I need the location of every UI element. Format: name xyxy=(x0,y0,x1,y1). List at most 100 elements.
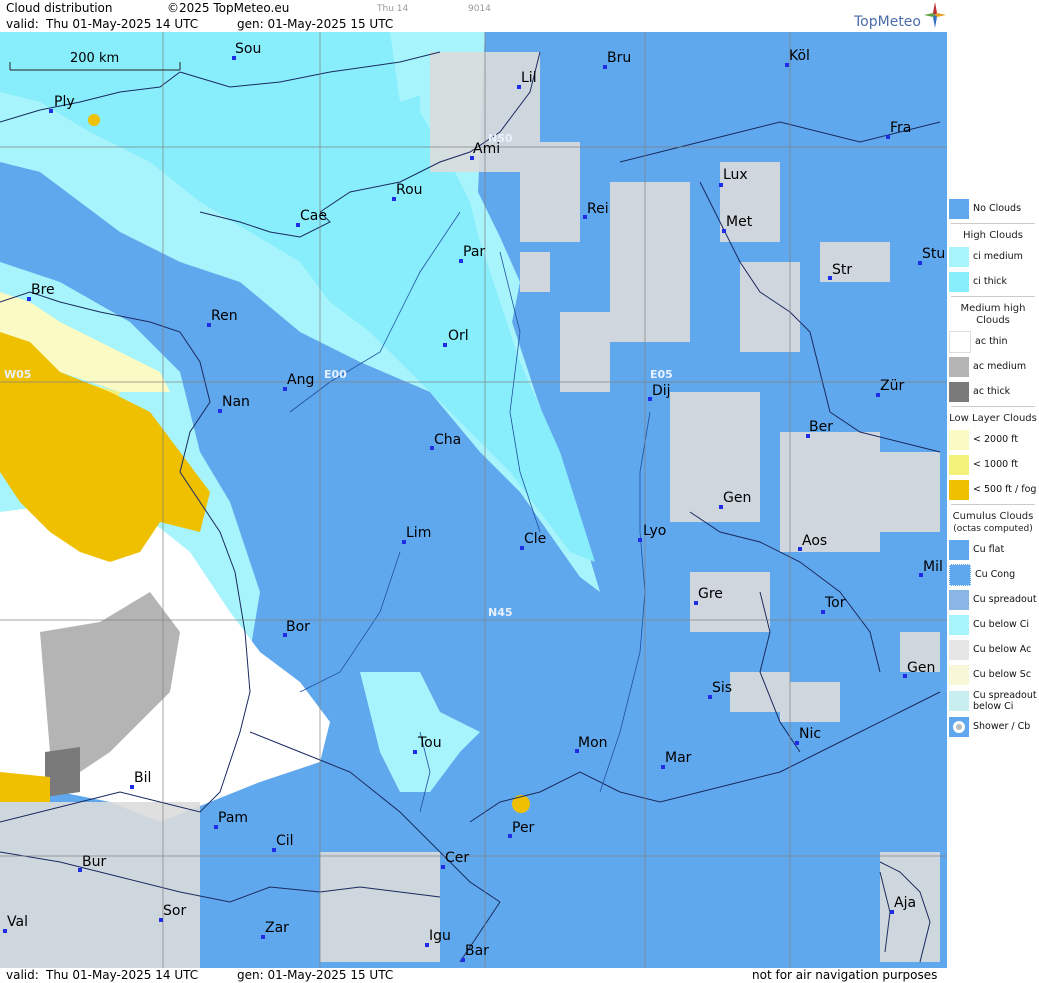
city-label-sor: Sor xyxy=(163,903,187,919)
city-label-aja: Aja xyxy=(894,895,917,911)
city-label-lim: Lim xyxy=(406,525,432,541)
legend-ci-medium: ci medium xyxy=(947,244,1039,269)
city-label-per: Per xyxy=(512,820,535,836)
city-marker xyxy=(443,343,447,347)
legend-label: Cu below Sc xyxy=(973,669,1032,680)
city-label-lyo: Lyo xyxy=(643,523,667,539)
city-label-mil: Mil xyxy=(923,559,943,575)
legend-label: < 2000 ft xyxy=(973,434,1019,445)
city-marker xyxy=(413,750,417,754)
city-label-bor: Bor xyxy=(286,619,310,635)
legend-label: ci medium xyxy=(973,251,1023,262)
city-label-cha: Cha xyxy=(434,432,462,448)
city-label-ren: Ren xyxy=(211,308,238,324)
legend-label: < 1000 ft xyxy=(973,459,1019,470)
city-marker xyxy=(49,109,53,113)
city-label-bre: Bre xyxy=(31,282,55,298)
city-label-igu: Igu xyxy=(429,928,451,944)
legend-shower: Shower / Cb xyxy=(947,714,1039,739)
faint-day: Thu 14 xyxy=(377,4,409,14)
grid-label-w05: W05 xyxy=(4,368,32,381)
swatch xyxy=(949,429,969,450)
legend-label: Cu flat xyxy=(973,544,1005,555)
legend-low-2000: < 2000 ft xyxy=(947,427,1039,452)
city-label-tou: Tou xyxy=(418,735,442,751)
city-label-sou: Sou xyxy=(235,41,262,57)
legend-cu-title: Cumulus Clouds xyxy=(952,511,1034,522)
city-label-ber: Ber xyxy=(809,419,833,435)
city-label-bil: Bil xyxy=(134,770,152,786)
city-label-ami: Ami xyxy=(473,141,501,157)
city-label-aos: Aos xyxy=(802,533,828,549)
legend-label: No Clouds xyxy=(973,203,1022,214)
city-label-dij: Dij xyxy=(652,383,671,399)
city-label-zur: Zür xyxy=(880,378,905,394)
city-label-cil: Cil xyxy=(276,833,294,849)
scale-label: 200 km xyxy=(70,51,120,66)
footer-valid-time: Thu 01-May-2025 14 UTC xyxy=(46,968,199,982)
legend-label: ac thick xyxy=(973,386,1011,397)
city-label-tor: Tor xyxy=(825,595,846,611)
valid-label: valid: xyxy=(6,17,39,31)
swatch xyxy=(949,664,969,685)
legend-cu-subtitle: (octas computed) xyxy=(953,524,1033,534)
city-label-sis: Sis xyxy=(712,680,733,696)
city-label-fra: Fra xyxy=(890,120,912,136)
legend-ac-thin: ac thin xyxy=(947,329,1039,354)
legend-ac-thick: ac thick xyxy=(947,379,1039,404)
city-label-val: Val xyxy=(7,914,28,930)
city-label-pam: Pam xyxy=(218,810,249,826)
city-label-kol: Köl xyxy=(789,48,810,64)
swatch xyxy=(949,589,969,610)
legend-low-1000: < 1000 ft xyxy=(947,452,1039,477)
legend-label: Cu Cong xyxy=(975,569,1016,580)
swatch xyxy=(949,479,969,500)
legend-label: Cu spreadout xyxy=(973,594,1037,605)
city-label-bar: Bar xyxy=(465,943,489,959)
swatch xyxy=(949,716,969,737)
legend-ci-thick: ci thick xyxy=(947,269,1039,294)
city-label-cle: Cle xyxy=(524,531,547,547)
legend-cu-spread-ci: Cu spreadout below Ci xyxy=(947,687,1039,714)
legend-cu-below-sc: Cu below Sc xyxy=(947,662,1039,687)
legend-cu-spread: Cu spreadout xyxy=(947,587,1039,612)
swatch xyxy=(949,198,969,219)
city-label-gre: Gre xyxy=(698,586,723,602)
brand-logo: TopMeteo xyxy=(854,14,921,30)
swatch xyxy=(949,246,969,267)
legend-cu-cong: Cu Cong xyxy=(947,562,1039,587)
city-label-lux: Lux xyxy=(723,167,748,183)
city-label-ply: Ply xyxy=(54,94,75,110)
legend-ac-medium: ac medium xyxy=(947,354,1039,379)
city-label-bru: Bru xyxy=(607,50,632,66)
swatch xyxy=(949,563,971,586)
swatch xyxy=(949,614,969,635)
city-label-rei: Rei xyxy=(587,201,609,217)
compass-icon xyxy=(924,2,946,28)
city-label-stu: Stu xyxy=(922,246,946,262)
city-label-gen2: Gen xyxy=(907,660,936,676)
city-label-bur: Bur xyxy=(82,854,107,870)
swatch xyxy=(949,690,969,711)
legend: No Clouds High Clouds ci medium ci thick… xyxy=(947,196,1039,739)
city-label-par: Par xyxy=(463,244,486,260)
legend-label: Cu below Ci xyxy=(973,619,1030,630)
footer-valid-label: valid: xyxy=(6,968,39,982)
swatch xyxy=(949,330,971,353)
valid-time: Thu 01-May-2025 14 UTC xyxy=(46,17,199,31)
grid-label-e05: E05 xyxy=(650,368,673,381)
swatch xyxy=(949,539,969,560)
cloud-map[interactable]: 200 km N50 N45 W05 E00 E05 Sou Ply Lil B… xyxy=(0,32,947,969)
legend-label: < 500 ft / fog xyxy=(973,484,1037,495)
generated-time: gen: 01-May-2025 15 UTC xyxy=(237,17,394,31)
city-label-nan: Nan xyxy=(222,394,250,410)
legend-no-clouds: No Clouds xyxy=(947,196,1039,221)
city-marker xyxy=(638,538,642,542)
city-label-met: Met xyxy=(726,214,753,230)
legend-label: Cu below Ac xyxy=(973,644,1032,655)
city-label-str: Str xyxy=(832,262,853,278)
footer: valid: Thu 01-May-2025 14 UTC gen: 01-Ma… xyxy=(0,968,947,983)
legend-cu-below-ci: Cu below Ci xyxy=(947,612,1039,637)
city-label-lil: Lil xyxy=(521,70,537,86)
swatch xyxy=(949,454,969,475)
